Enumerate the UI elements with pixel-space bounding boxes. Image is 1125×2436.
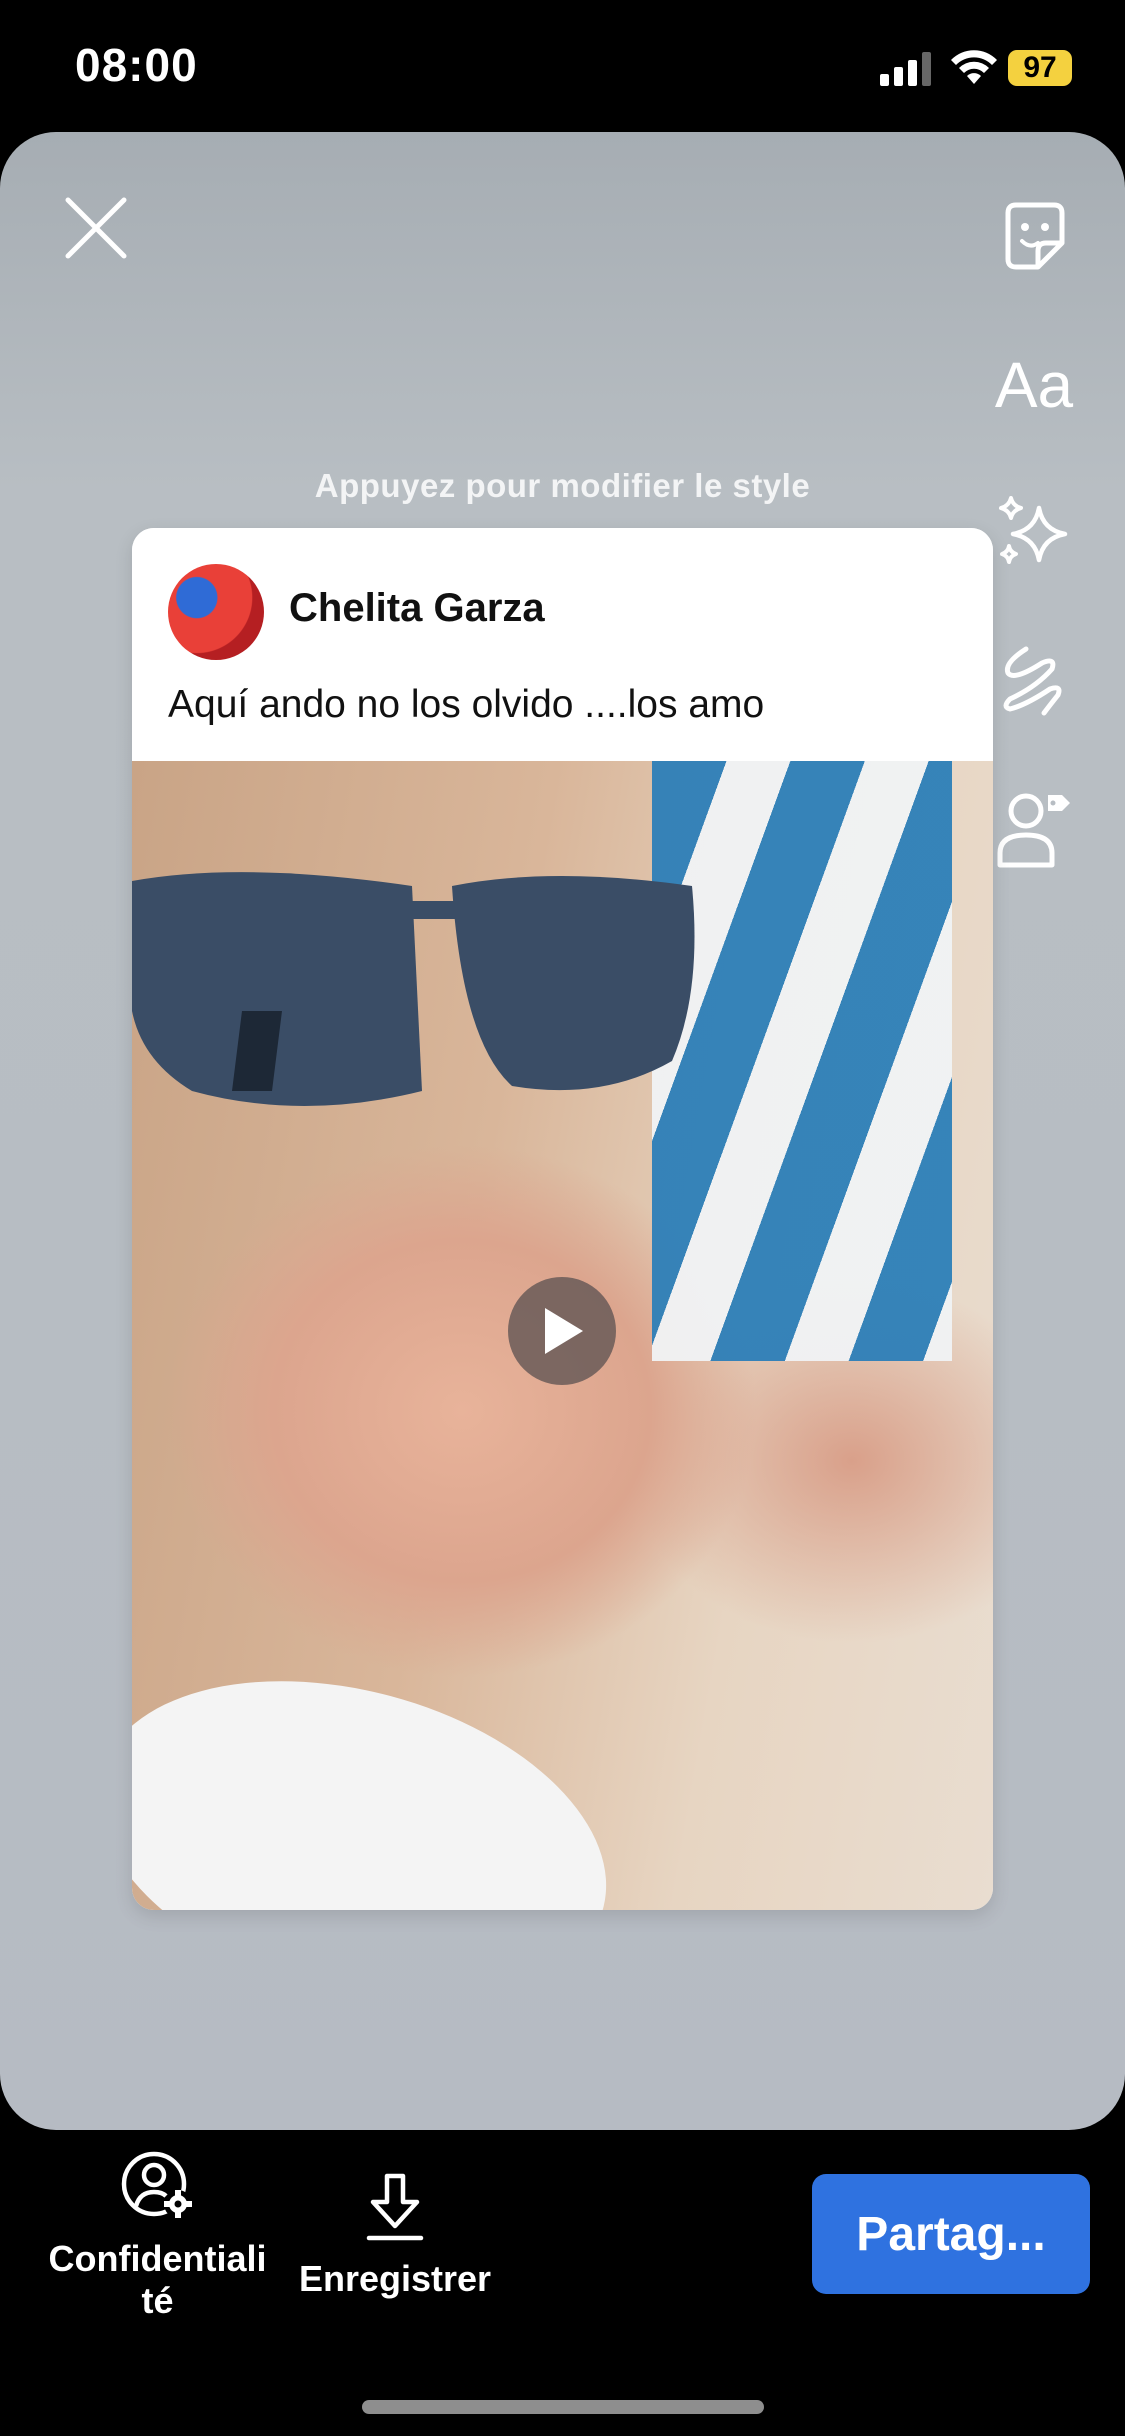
save-label: Enregistrer — [298, 2258, 492, 2299]
play-icon — [545, 1308, 583, 1354]
draw-button[interactable] — [989, 636, 1079, 726]
sticker-button[interactable] — [989, 192, 1079, 282]
download-icon — [366, 2173, 424, 2241]
share-button[interactable]: Partag... — [812, 2174, 1090, 2294]
shared-post-card[interactable]: Chelita Garza Aquí ando no los olvido ..… — [132, 528, 993, 1910]
text-icon: Aa — [994, 349, 1074, 421]
effects-icon — [999, 496, 1068, 564]
post-text: Aquí ando no los olvido ....los amo — [168, 683, 765, 726]
status-bar: 08:00 97 — [0, 0, 1125, 130]
style-hint: Appuyez pour modifier le style — [314, 467, 811, 504]
privacy-label-line2: té — [141, 2280, 174, 2321]
home-indicator[interactable] — [362, 2400, 764, 2414]
bottom-bar: Confidentiali té Enregistrer Partag... — [0, 2132, 1125, 2436]
post-header: Chelita Garza Aquí ando no los olvido ..… — [132, 528, 993, 761]
privacy-label-line1: Confidentiali — [48, 2238, 267, 2279]
post-video-thumbnail[interactable] — [132, 761, 993, 1910]
privacy-settings-icon — [121, 2151, 192, 2218]
post-author[interactable]: Chelita Garza — [289, 586, 545, 631]
avatar[interactable] — [168, 564, 264, 660]
tag-people-button[interactable] — [989, 784, 1079, 874]
close-icon[interactable] — [62, 194, 130, 262]
clothing-shape — [132, 1628, 642, 1910]
draw-icon — [1003, 646, 1062, 716]
save-button[interactable]: Enregistrer — [285, 2172, 505, 2300]
tag-people-icon — [997, 793, 1070, 868]
sunglasses-shape — [132, 872, 695, 1106]
sticker-icon — [1005, 202, 1065, 270]
story-editor-canvas[interactable]: Aa Appuyez pour modifier le style Chelit… — [0, 132, 1125, 2130]
privacy-button[interactable]: Confidentiali té — [20, 2150, 295, 2322]
text-tool-button[interactable]: Aa — [989, 340, 1079, 430]
play-button[interactable] — [508, 1277, 616, 1385]
status-time: 08:00 — [75, 39, 198, 91]
battery-indicator: 97 — [1008, 50, 1072, 86]
signal-icon — [880, 52, 931, 86]
wifi-icon — [951, 50, 997, 84]
